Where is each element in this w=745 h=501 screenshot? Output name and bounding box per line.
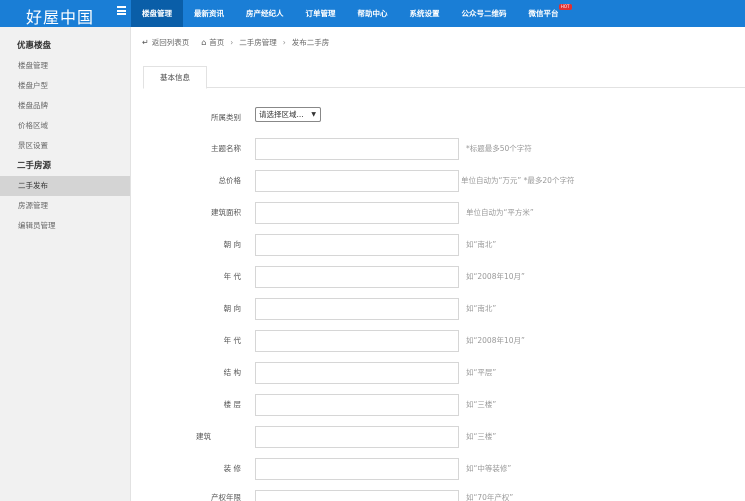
field-hint: *标题最多50个字符	[466, 144, 532, 153]
back-arrow-icon: ↵	[142, 37, 149, 47]
menu-icon[interactable]	[117, 6, 126, 15]
chevron-right-icon: ›	[282, 37, 286, 47]
form-row-decoration: 装 修 如“中等装修”	[0, 458, 745, 480]
field-hint: 如“平层”	[466, 368, 497, 377]
total-price-input[interactable]	[255, 170, 459, 192]
field-label: 建筑面积	[211, 208, 241, 217]
field-label: 总价格	[218, 176, 242, 185]
form-row-year-2: 年 代 如“2008年10月”	[0, 330, 745, 352]
field-label: 产权年限	[211, 493, 241, 501]
form-row-building: 建筑 如“三楼”	[0, 426, 745, 448]
region-select[interactable]: 请选择区域... ▼	[255, 107, 321, 122]
field-label: 建筑	[196, 432, 211, 441]
year-input[interactable]	[255, 266, 459, 288]
nav-item-wechat[interactable]: 微信平台 HOT	[518, 0, 572, 27]
orientation-input[interactable]	[255, 234, 459, 256]
property-term-input[interactable]	[255, 490, 459, 501]
nav-item-settings[interactable]: 系统设置	[399, 0, 451, 27]
sidebar-group-title: 优惠楼盘	[17, 41, 52, 51]
area-input[interactable]	[255, 202, 459, 224]
brand: 好屋中国	[0, 0, 131, 27]
nav-item-help[interactable]: 帮助中心	[347, 0, 399, 27]
form-row-area: 建筑面积 单位自动为“平方米”	[0, 202, 745, 224]
year-input-2[interactable]	[255, 330, 459, 352]
breadcrumb-section-link[interactable]: 二手房管理	[239, 37, 277, 48]
field-hint: 如“南北”	[466, 240, 497, 249]
nav-item-qrcode[interactable]: 公众号二维码	[451, 0, 518, 27]
field-hint: 单位自动为“万元” *最多20个字符	[461, 176, 575, 185]
field-label: 朝 向	[223, 240, 241, 249]
nav-item-orders[interactable]: 订单管理	[295, 0, 347, 27]
field-label: 装 修	[223, 464, 241, 473]
field-hint: 如“三楼”	[466, 400, 497, 409]
field-label: 朝 向	[223, 304, 241, 313]
building-input[interactable]	[255, 426, 459, 448]
field-label: 主题名称	[211, 144, 241, 153]
form-row-title: 主题名称 *标题最多50个字符	[0, 138, 745, 160]
form-row-property-term: 产权年限 如“70年产权”	[0, 490, 745, 501]
breadcrumb-home-link[interactable]: 首页	[209, 37, 224, 48]
form-row-orientation-2: 朝 向 如“南北”	[0, 298, 745, 320]
orientation-input-2[interactable]	[255, 298, 459, 320]
field-hint: 如“南北”	[466, 304, 497, 313]
nav-item-property[interactable]: 楼盘管理	[131, 0, 183, 27]
field-label: 楼 层	[223, 400, 241, 409]
field-hint: 如“2008年10月”	[466, 272, 525, 281]
sidebar-item-floor-plans[interactable]: 楼盘户型	[0, 76, 130, 96]
breadcrumb: ↵ 返回列表页 ⌂ 首页 › 二手房管理 › 发布二手房	[142, 36, 329, 48]
tab-bar: 基本信息	[143, 66, 745, 89]
form-row-category: 所属类别 请选择区域... ▼	[0, 107, 745, 129]
home-icon: ⌂	[201, 37, 207, 47]
title-input[interactable]	[255, 138, 459, 160]
form-row-structure: 结 构 如“平层”	[0, 362, 745, 384]
nav-item-news[interactable]: 最新资讯	[183, 0, 235, 27]
field-label: 所属类别	[211, 113, 241, 122]
field-label: 结 构	[223, 368, 241, 377]
top-navbar: 好屋中国 楼盘管理 最新资讯 房产经纪人 订单管理 帮助中心 系统设置 公众号二…	[0, 0, 745, 27]
field-label: 年 代	[223, 272, 241, 281]
form-row-year: 年 代 如“2008年10月”	[0, 266, 745, 288]
decoration-input[interactable]	[255, 458, 459, 480]
field-hint: 如“三楼”	[466, 432, 497, 441]
field-hint: 如“2008年10月”	[466, 336, 525, 345]
caret-down-icon: ▼	[311, 111, 316, 118]
field-hint: 如“中等装修”	[466, 464, 512, 473]
form-row-floor: 楼 层 如“三楼”	[0, 394, 745, 416]
main-nav: 楼盘管理 最新资讯 房产经纪人 订单管理 帮助中心 系统设置 公众号二维码 微信…	[131, 0, 572, 27]
form-row-total-price: 总价格 单位自动为“万元” *最多20个字符	[0, 170, 745, 192]
field-label: 年 代	[223, 336, 241, 345]
structure-input[interactable]	[255, 362, 459, 384]
tab-basic-info[interactable]: 基本信息	[143, 66, 207, 89]
field-hint: 如“70年产权”	[466, 493, 514, 501]
back-to-list-link[interactable]: 返回列表页	[152, 37, 190, 48]
floor-input[interactable]	[255, 394, 459, 416]
form-row-orientation: 朝 向 如“南北”	[0, 234, 745, 256]
chevron-right-icon: ›	[230, 37, 234, 47]
brand-title: 好屋中国	[26, 8, 95, 27]
nav-item-agents[interactable]: 房产经纪人	[235, 0, 295, 27]
hot-badge: HOT	[558, 4, 572, 10]
field-hint: 单位自动为“平方米”	[466, 208, 534, 217]
sidebar-item-property-manage[interactable]: 楼盘管理	[0, 56, 130, 76]
breadcrumb-current: 发布二手房	[291, 37, 330, 47]
